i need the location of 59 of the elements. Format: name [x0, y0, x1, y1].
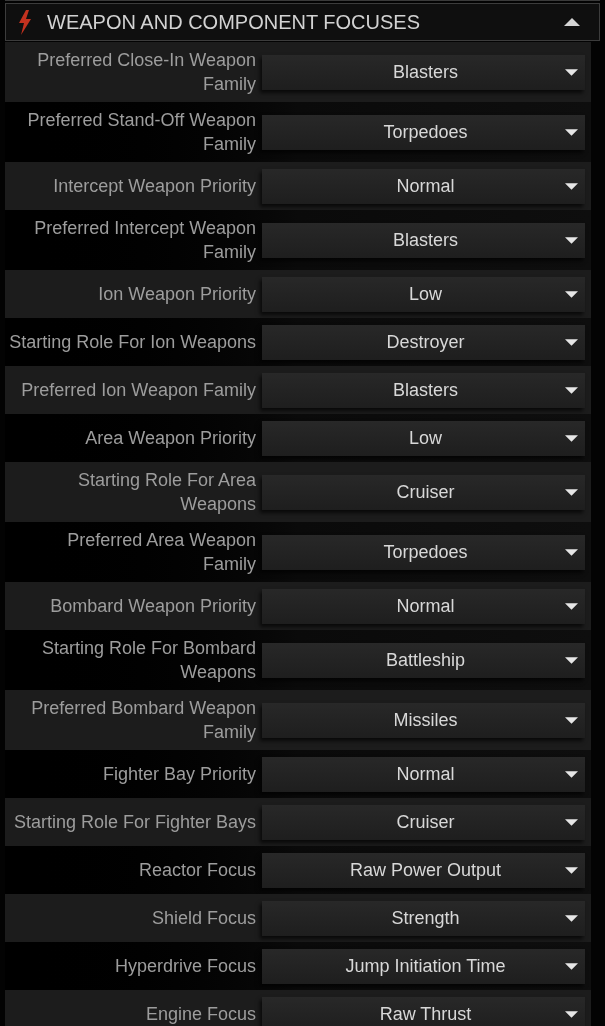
setting-label: Preferred Bombard Weapon Family — [31, 697, 256, 744]
dropdown[interactable]: Blasters — [262, 372, 585, 408]
caret-down-icon — [565, 818, 578, 826]
lightning-bolt-icon — [19, 9, 31, 35]
caret-down-icon — [565, 182, 578, 190]
caret-down-icon — [565, 770, 578, 778]
dropdown[interactable]: Low — [262, 420, 585, 456]
caret-down-icon — [565, 488, 578, 496]
dropdown[interactable]: Raw Thrust — [262, 996, 585, 1026]
setting-label: Shield Focus — [151, 907, 256, 930]
setting-label: Preferred Ion Weapon Family — [21, 379, 256, 402]
caret-down-icon — [565, 548, 578, 556]
setting-label: Starting Role For Area Weapons — [77, 469, 256, 516]
caret-down-icon — [565, 914, 578, 922]
setting-label: Preferred Area Weapon Family — [67, 529, 256, 576]
dropdown[interactable]: Cruiser — [262, 474, 585, 510]
caret-down-icon — [565, 602, 578, 610]
setting-label: Area Weapon Priority — [85, 427, 256, 450]
dropdown[interactable]: Blasters — [262, 54, 585, 90]
setting-label: Preferred Close-In Weapon Family — [37, 49, 256, 96]
setting-label: Hyperdrive Focus — [114, 955, 256, 978]
dropdown[interactable]: Normal — [262, 588, 585, 624]
dropdown[interactable]: Raw Power Output — [262, 852, 585, 888]
setting-label: Intercept Weapon Priority — [53, 175, 256, 198]
caret-down-icon — [565, 962, 578, 970]
setting-label: Engine Focus — [145, 1003, 256, 1026]
dropdown[interactable]: Jump Initiation Time — [262, 948, 585, 984]
dropdown[interactable]: Low — [262, 276, 585, 312]
caret-down-icon — [565, 656, 578, 664]
dropdown[interactable]: Torpedoes — [262, 534, 585, 570]
caret-down-icon — [565, 236, 578, 244]
dropdown[interactable]: Battleship — [262, 642, 585, 678]
setting-label: Starting Role For Fighter Bays — [13, 811, 256, 834]
dropdown[interactable]: Strength — [262, 900, 585, 936]
dropdown[interactable]: Destroyer — [262, 324, 585, 360]
setting-label: Reactor Focus — [138, 859, 256, 882]
caret-down-icon — [565, 716, 578, 724]
dropdown[interactable]: Blasters — [262, 222, 585, 258]
caret-down-icon — [565, 68, 578, 76]
dropdown[interactable]: Normal — [262, 756, 585, 792]
caret-down-icon — [565, 866, 578, 874]
dropdown[interactable]: Torpedoes — [262, 114, 585, 150]
caret-down-icon — [565, 290, 578, 298]
setting-label: Starting Role For Bombard Weapons — [41, 637, 256, 684]
caret-down-icon — [565, 128, 578, 136]
setting-label: Ion Weapon Priority — [98, 283, 256, 306]
setting-label: Fighter Bay Priority — [102, 763, 256, 786]
setting-label: Preferred Intercept Weapon Family — [34, 217, 256, 264]
dropdown[interactable]: Normal — [262, 168, 585, 204]
setting-label: Bombard Weapon Priority — [50, 595, 256, 618]
section-header[interactable]: WEAPON AND COMPONENT FOCUSES — [5, 3, 600, 41]
setting-label: Starting Role For Ion Weapons — [9, 331, 256, 354]
setting-label: Preferred Stand-Off Weapon Family — [27, 109, 256, 156]
caret-down-icon — [565, 386, 578, 394]
caret-down-icon — [565, 338, 578, 346]
caret-down-icon — [565, 434, 578, 442]
caret-down-icon — [565, 1010, 578, 1018]
dropdown[interactable]: Cruiser — [262, 804, 585, 840]
dropdown[interactable]: Missiles — [262, 702, 585, 738]
